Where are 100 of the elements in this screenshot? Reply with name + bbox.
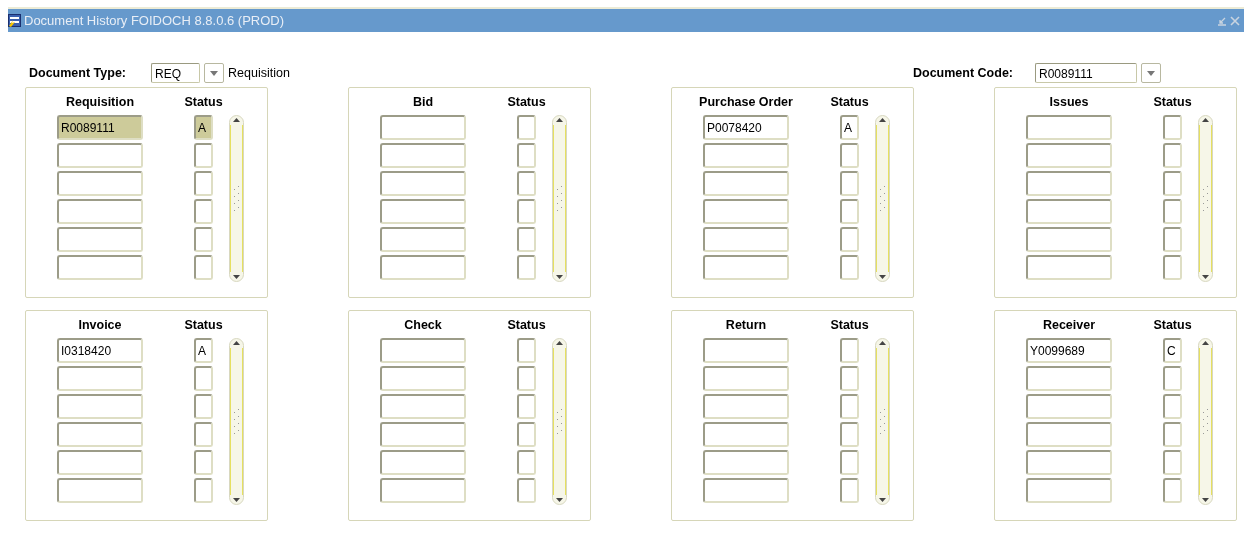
document-number-field[interactable] (1026, 394, 1112, 419)
document-number-field[interactable] (380, 422, 466, 447)
document-number-field[interactable] (1026, 366, 1112, 391)
document-number-field[interactable] (380, 171, 466, 196)
scrollbar[interactable] (552, 115, 567, 282)
document-number-field[interactable] (57, 422, 143, 447)
status-field[interactable] (840, 422, 859, 447)
status-field[interactable] (1163, 255, 1182, 280)
document-number-field[interactable]: P0078420 (703, 115, 789, 140)
status-field[interactable] (194, 143, 213, 168)
scroll-up-arrow-icon[interactable] (878, 116, 887, 125)
document-number-field[interactable] (703, 366, 789, 391)
status-field[interactable]: A (840, 115, 859, 140)
scroll-up-arrow-icon[interactable] (1201, 339, 1210, 348)
document-number-field[interactable] (1026, 255, 1112, 280)
scroll-up-arrow-icon[interactable] (232, 116, 241, 125)
document-number-field[interactable] (380, 366, 466, 391)
document-number-field[interactable] (1026, 227, 1112, 252)
status-field[interactable] (517, 143, 536, 168)
document-number-field[interactable] (703, 171, 789, 196)
document-number-field[interactable] (1026, 478, 1112, 503)
scroll-down-arrow-icon[interactable] (878, 495, 887, 504)
status-field[interactable] (1163, 450, 1182, 475)
status-field[interactable] (1163, 115, 1182, 140)
scrollbar[interactable] (229, 115, 244, 282)
document-code-field[interactable]: R0089111 (1035, 63, 1137, 83)
status-field[interactable] (840, 394, 859, 419)
document-number-field[interactable] (703, 227, 789, 252)
status-field[interactable] (517, 394, 536, 419)
document-number-field[interactable] (1026, 450, 1112, 475)
scroll-down-arrow-icon[interactable] (232, 495, 241, 504)
dropdown-button[interactable] (1141, 63, 1161, 83)
scrollbar[interactable] (552, 338, 567, 505)
document-number-field[interactable] (380, 255, 466, 280)
document-number-field[interactable]: I0318420 (57, 338, 143, 363)
status-field[interactable] (1163, 143, 1182, 168)
document-number-field[interactable] (380, 143, 466, 168)
document-number-field[interactable] (57, 171, 143, 196)
document-number-field[interactable] (380, 227, 466, 252)
document-number-field[interactable] (57, 143, 143, 168)
status-field[interactable]: A (194, 338, 213, 363)
document-number-field[interactable] (1026, 171, 1112, 196)
status-field[interactable] (194, 255, 213, 280)
status-field[interactable] (517, 227, 536, 252)
status-field[interactable] (1163, 199, 1182, 224)
document-number-field[interactable] (380, 450, 466, 475)
status-field[interactable] (1163, 227, 1182, 252)
scroll-down-arrow-icon[interactable] (878, 272, 887, 281)
close-icon[interactable] (1230, 15, 1240, 26)
minimize-icon[interactable] (1217, 15, 1227, 26)
scrollbar[interactable] (229, 338, 244, 505)
document-number-field[interactable] (380, 115, 466, 140)
scroll-up-arrow-icon[interactable] (232, 339, 241, 348)
document-number-field[interactable]: R0089111 (57, 115, 143, 140)
document-number-field[interactable] (703, 450, 789, 475)
status-field[interactable] (194, 227, 213, 252)
status-field[interactable] (517, 171, 536, 196)
document-number-field[interactable] (380, 478, 466, 503)
status-field[interactable] (1163, 366, 1182, 391)
status-field[interactable] (1163, 394, 1182, 419)
document-number-field[interactable] (1026, 115, 1112, 140)
document-number-field[interactable] (1026, 143, 1112, 168)
document-number-field[interactable] (57, 199, 143, 224)
document-number-field[interactable] (1026, 422, 1112, 447)
document-number-field[interactable] (57, 478, 143, 503)
status-field[interactable] (1163, 171, 1182, 196)
status-field[interactable] (194, 199, 213, 224)
document-number-field[interactable] (703, 255, 789, 280)
status-field[interactable] (517, 255, 536, 280)
scroll-up-arrow-icon[interactable] (878, 339, 887, 348)
status-field[interactable] (840, 199, 859, 224)
status-field[interactable] (517, 366, 536, 391)
status-field[interactable] (517, 450, 536, 475)
scroll-down-arrow-icon[interactable] (555, 272, 564, 281)
status-field[interactable] (840, 255, 859, 280)
document-number-field[interactable] (380, 394, 466, 419)
document-number-field[interactable] (57, 255, 143, 280)
status-field[interactable] (517, 422, 536, 447)
document-number-field[interactable] (703, 143, 789, 168)
dropdown-button[interactable] (204, 63, 224, 83)
scroll-down-arrow-icon[interactable] (1201, 495, 1210, 504)
status-field[interactable] (194, 394, 213, 419)
scrollbar[interactable] (875, 115, 890, 282)
status-field[interactable] (840, 338, 859, 363)
status-field[interactable] (194, 422, 213, 447)
document-number-field[interactable] (57, 394, 143, 419)
status-field[interactable] (840, 450, 859, 475)
status-field[interactable] (840, 227, 859, 252)
scroll-down-arrow-icon[interactable] (232, 272, 241, 281)
document-number-field[interactable] (703, 338, 789, 363)
status-field[interactable] (194, 478, 213, 503)
status-field[interactable] (194, 450, 213, 475)
scrollbar[interactable] (1198, 338, 1213, 505)
status-field[interactable]: A (194, 115, 213, 140)
document-number-field[interactable] (703, 394, 789, 419)
document-number-field[interactable] (703, 422, 789, 447)
document-number-field[interactable] (57, 227, 143, 252)
document-number-field[interactable] (1026, 199, 1112, 224)
status-field[interactable] (840, 478, 859, 503)
scroll-up-arrow-icon[interactable] (555, 116, 564, 125)
